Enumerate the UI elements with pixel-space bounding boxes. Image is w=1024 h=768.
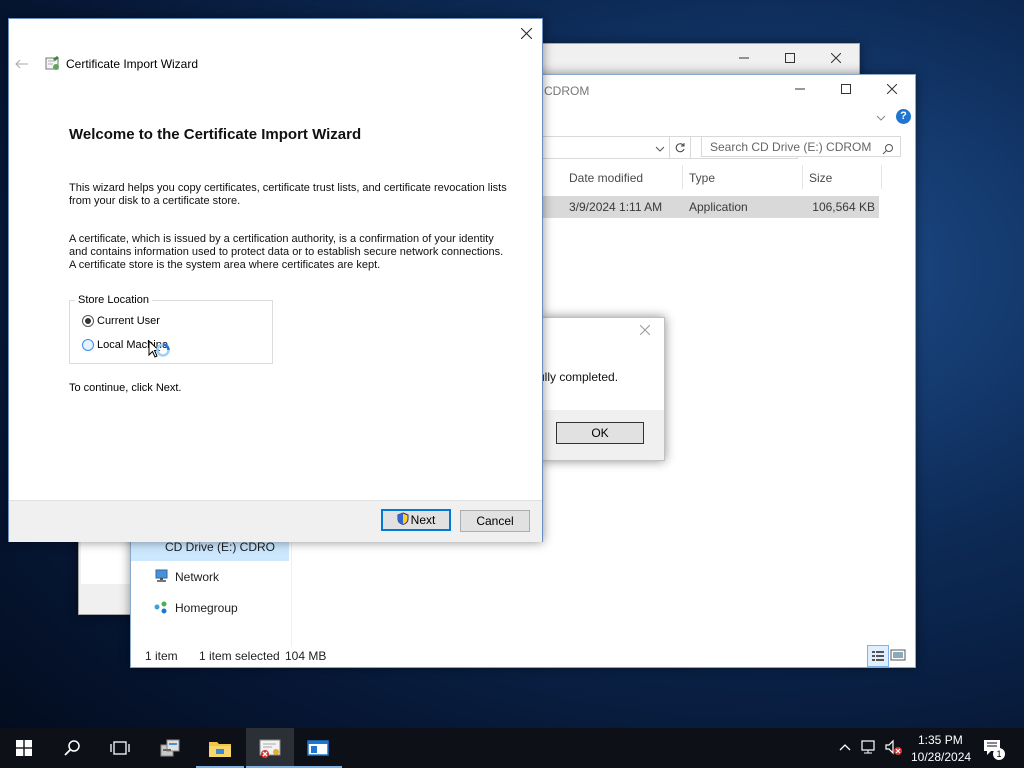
column-type[interactable]: Type [689, 171, 715, 185]
nav-item-network[interactable]: Network [175, 570, 219, 584]
current-user-label[interactable]: Current User [97, 315, 160, 327]
message-text: ully completed. [538, 370, 619, 384]
status-selected-size: 104 MB [285, 649, 327, 663]
notification-count-badge: 1 [993, 748, 1005, 760]
large-icons-view-icon[interactable] [890, 647, 906, 663]
minimize-button[interactable] [721, 44, 767, 72]
file-type: Application [689, 200, 748, 214]
certificate-import-wizard: Certificate Import Wizard Welcome to the… [8, 18, 543, 542]
search-icon [882, 141, 894, 162]
refresh-icon[interactable] [669, 136, 691, 159]
task-view-icon[interactable] [96, 728, 144, 768]
wizard-description-text: A certificate, which is issued by a cert… [69, 233, 504, 271]
status-selected-count: 1 item selected [199, 649, 280, 663]
network-icon [153, 569, 169, 586]
server-manager-icon[interactable] [146, 728, 194, 768]
network-tray-icon[interactable] [861, 739, 879, 758]
clock-date[interactable]: 10/28/2024 [911, 750, 971, 764]
close-button[interactable] [520, 27, 533, 42]
next-label: Next [410, 513, 436, 527]
back-arrow-icon[interactable] [15, 58, 29, 72]
app-window-icon[interactable] [294, 728, 342, 768]
maximize-button[interactable] [767, 44, 813, 72]
ok-button[interactable]: OK [556, 422, 644, 444]
minimize-button[interactable] [777, 75, 823, 103]
cancel-button[interactable]: Cancel [460, 510, 530, 532]
chevron-down-icon[interactable] [655, 142, 665, 156]
ok-label: OK [591, 426, 609, 440]
maximize-button[interactable] [823, 75, 869, 103]
search-placeholder: Search CD Drive (E:) CDROM [710, 140, 872, 154]
navigation-pane [131, 535, 292, 647]
clock-time[interactable]: 1:35 PM [918, 733, 963, 747]
certificate-icon [44, 55, 62, 76]
ribbon-expand-icon[interactable] [876, 111, 886, 125]
details-view-icon[interactable] [867, 645, 889, 667]
wizard-intro-text: This wizard helps you copy certificates,… [69, 182, 507, 207]
continue-text: To continue, click Next. [69, 382, 182, 394]
cancel-label: Cancel [476, 514, 514, 528]
message-dialog: ully completed. OK [538, 317, 665, 461]
column-divider[interactable] [682, 165, 683, 189]
close-button[interactable] [813, 44, 859, 72]
column-size[interactable]: Size [809, 171, 832, 185]
chevron-up-icon[interactable] [839, 741, 851, 755]
shield-icon [397, 512, 409, 528]
current-user-radio[interactable] [82, 315, 94, 327]
taskbar: 1:35 PM 10/28/2024 1 [0, 728, 1024, 768]
local-machine-radio[interactable] [82, 339, 94, 351]
column-divider[interactable] [881, 165, 882, 189]
file-size: 106,564 KB [812, 200, 875, 214]
wizard-title: Certificate Import Wizard [66, 57, 199, 71]
status-item-count: 1 item [145, 649, 178, 663]
window-title: CDROM [544, 84, 590, 98]
close-icon[interactable] [639, 324, 651, 338]
certificate-app-icon[interactable] [246, 728, 294, 768]
homegroup-icon [153, 600, 169, 617]
file-explorer-icon[interactable] [196, 728, 244, 768]
close-button[interactable] [869, 75, 915, 103]
search-icon[interactable] [48, 728, 96, 768]
column-date-modified[interactable]: Date modified [569, 171, 643, 185]
store-location-group [69, 300, 273, 364]
next-button[interactable]: Next [381, 509, 451, 531]
file-date: 3/9/2024 1:11 AM [569, 200, 663, 214]
store-location-label: Store Location [75, 294, 152, 306]
column-divider[interactable] [802, 165, 803, 189]
help-icon[interactable]: ? [896, 109, 911, 124]
busy-spinner-icon [156, 343, 170, 360]
start-icon[interactable] [0, 728, 48, 768]
nav-item-homegroup[interactable]: Homegroup [175, 601, 238, 615]
volume-muted-icon[interactable] [884, 739, 904, 760]
wizard-heading: Welcome to the Certificate Import Wizard [69, 126, 362, 143]
search-input[interactable]: Search CD Drive (E:) CDROM [701, 136, 901, 157]
